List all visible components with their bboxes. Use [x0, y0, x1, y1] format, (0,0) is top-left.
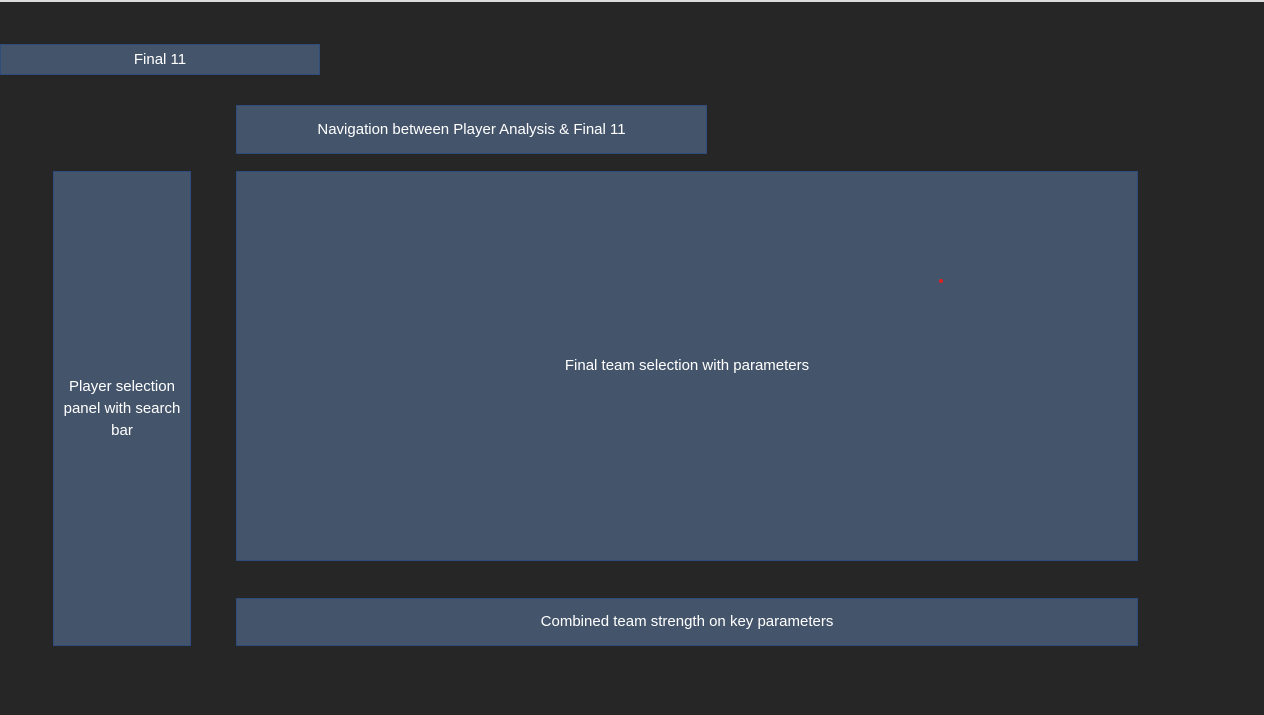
- final-11-title-box: Final 11: [0, 44, 320, 75]
- team-selection-box-label: Final team selection with parameters: [564, 357, 810, 374]
- top-border-line: [0, 0, 1264, 2]
- final-11-title-label: Final 11: [133, 50, 187, 68]
- navigation-box-label: Navigation between Player Analysis & Fin…: [317, 120, 626, 138]
- player-selection-panel-label: Player selection panel with search bar: [63, 377, 181, 439]
- team-selection-box: Final team selection with parameters: [236, 171, 1138, 561]
- team-strength-box: Combined team strength on key parameters: [236, 598, 1138, 646]
- team-strength-box-label: Combined team strength on key parameters: [540, 613, 834, 630]
- navigation-box: Navigation between Player Analysis & Fin…: [236, 105, 707, 154]
- player-selection-panel: Player selection panel with search bar: [53, 171, 191, 646]
- red-marker-dot: [939, 279, 943, 283]
